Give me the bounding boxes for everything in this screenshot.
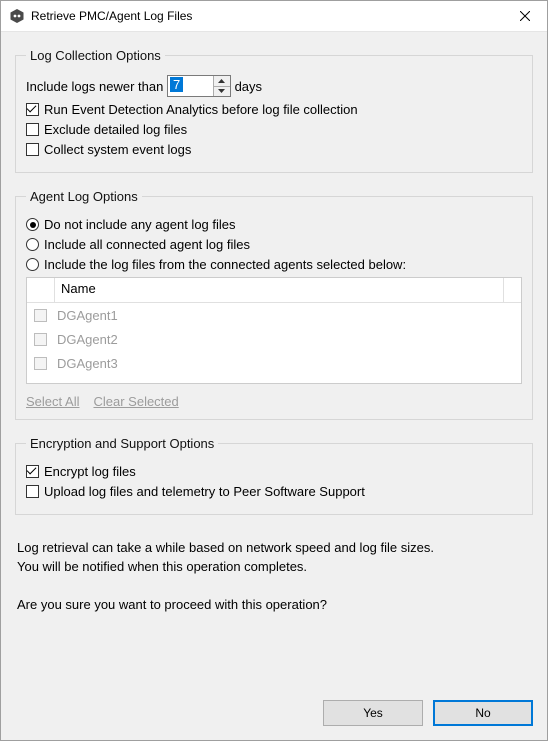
dialog-buttons: Yes No	[15, 684, 533, 726]
group-agent-log: Agent Log Options Do not include any age…	[15, 189, 533, 420]
link-clear-selected: Clear Selected	[93, 394, 178, 409]
checkbox-run-analytics-box[interactable]	[26, 103, 39, 116]
checkbox-exclude-detailed-box[interactable]	[26, 123, 39, 136]
checkbox-exclude-detailed[interactable]: Exclude detailed log files	[26, 122, 522, 137]
radio-agent-all-label: Include all connected agent log files	[44, 237, 250, 252]
radio-agent-none-label: Do not include any agent log files	[44, 217, 236, 232]
checkbox-encrypt[interactable]: Encrypt log files	[26, 464, 522, 479]
label-include-newer-suffix: days	[235, 79, 262, 94]
radio-agent-selected-label: Include the log files from the connected…	[44, 257, 406, 272]
yes-button[interactable]: Yes	[323, 700, 423, 726]
window-title: Retrieve PMC/Agent Log Files	[31, 9, 502, 23]
radio-agent-all-dot[interactable]	[26, 238, 39, 251]
link-select-all: Select All	[26, 394, 79, 409]
group-log-collection: Log Collection Options Include logs newe…	[15, 48, 533, 173]
table-row: DGAgent1	[27, 303, 521, 327]
radio-agent-all[interactable]: Include all connected agent log files	[26, 237, 522, 252]
agent-table-body: DGAgent1 DGAgent2 DGAgent3	[27, 303, 521, 383]
checkbox-collect-system-box[interactable]	[26, 143, 39, 156]
checkbox-collect-system-label: Collect system event logs	[44, 142, 191, 157]
confirm-text: Are you sure you want to proceed with th…	[17, 596, 531, 615]
checkbox-encrypt-label: Encrypt log files	[44, 464, 136, 479]
radio-agent-selected-dot[interactable]	[26, 258, 39, 271]
days-spinner[interactable]: 7	[167, 75, 231, 97]
legend-agent-log: Agent Log Options	[26, 189, 142, 204]
days-spinner-down[interactable]	[214, 87, 230, 97]
agent-table-actions: Select All Clear Selected	[26, 394, 522, 409]
agent-row-name: DGAgent3	[57, 356, 118, 371]
label-include-newer-prefix: Include logs newer than	[26, 79, 163, 94]
info-text: Log retrieval can take a while based on …	[17, 539, 531, 614]
table-row: DGAgent3	[27, 351, 521, 375]
client-area: Log Collection Options Include logs newe…	[1, 32, 547, 740]
radio-agent-selected[interactable]: Include the log files from the connected…	[26, 257, 522, 272]
dialog-window: Retrieve PMC/Agent Log Files Log Collect…	[0, 0, 548, 741]
legend-log-collection: Log Collection Options	[26, 48, 165, 63]
info-line1: Log retrieval can take a while based on …	[17, 539, 531, 558]
checkbox-run-analytics[interactable]: Run Event Detection Analytics before log…	[26, 102, 522, 117]
table-row: DGAgent2	[27, 327, 521, 351]
radio-agent-none-dot[interactable]	[26, 218, 39, 231]
agent-table-header-check	[27, 278, 55, 302]
agent-row-checkbox	[34, 309, 47, 322]
group-encryption: Encryption and Support Options Encrypt l…	[15, 436, 533, 515]
agent-row-checkbox	[34, 333, 47, 346]
titlebar: Retrieve PMC/Agent Log Files	[1, 1, 547, 32]
checkbox-collect-system[interactable]: Collect system event logs	[26, 142, 522, 157]
agent-row-name: DGAgent1	[57, 308, 118, 323]
checkbox-upload-box[interactable]	[26, 485, 39, 498]
checkbox-exclude-detailed-label: Exclude detailed log files	[44, 122, 187, 137]
days-spinner-up[interactable]	[214, 76, 230, 87]
days-spinner-value[interactable]: 7	[168, 76, 185, 96]
agent-table-header-name[interactable]: Name	[55, 278, 504, 302]
checkbox-upload[interactable]: Upload log files and telemetry to Peer S…	[26, 484, 522, 499]
agent-table-header: Name	[27, 278, 521, 303]
checkbox-run-analytics-label: Run Event Detection Analytics before log…	[44, 102, 358, 117]
info-line2: You will be notified when this operation…	[17, 558, 531, 577]
no-button[interactable]: No	[433, 700, 533, 726]
agent-table: Name DGAgent1 DGAgent2 DGAgent3	[26, 277, 522, 384]
row-include-newer: Include logs newer than 7 days	[26, 75, 522, 97]
agent-row-checkbox	[34, 357, 47, 370]
legend-encryption: Encryption and Support Options	[26, 436, 218, 451]
app-icon	[9, 8, 25, 24]
radio-agent-none[interactable]: Do not include any agent log files	[26, 217, 522, 232]
checkbox-upload-label: Upload log files and telemetry to Peer S…	[44, 484, 365, 499]
checkbox-encrypt-box[interactable]	[26, 465, 39, 478]
agent-row-name: DGAgent2	[57, 332, 118, 347]
close-button[interactable]	[502, 1, 547, 31]
agent-table-header-scroll	[504, 278, 521, 302]
